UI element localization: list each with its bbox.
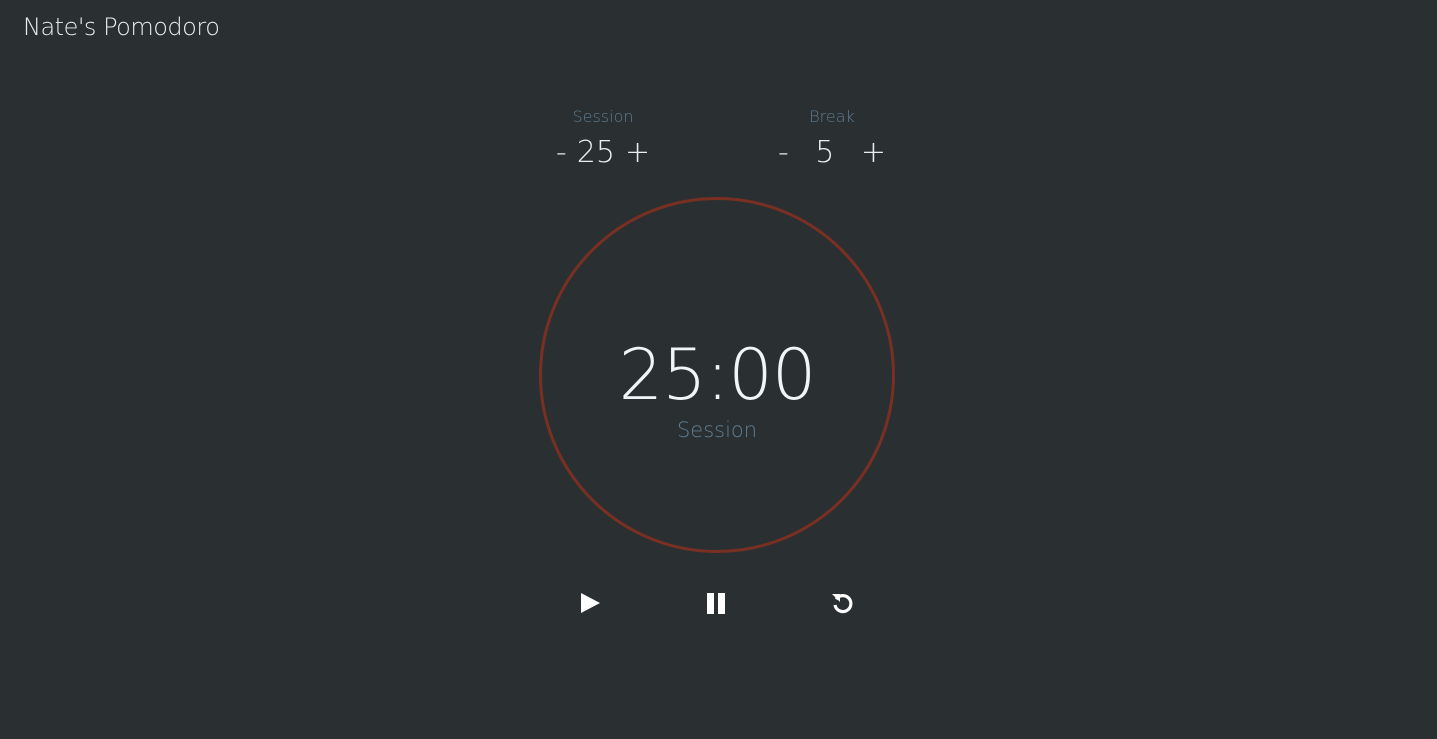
reset-icon xyxy=(832,594,853,614)
break-setting: Break - 5 + xyxy=(762,105,902,173)
timer-ring: 25:00 Session xyxy=(539,197,895,553)
play-icon xyxy=(581,593,600,613)
session-label: Session xyxy=(572,107,634,126)
break-increment-button[interactable]: + xyxy=(855,133,892,173)
session-length-value: 25 xyxy=(576,135,615,170)
timer-mode-label: Session xyxy=(676,418,758,442)
timer-controls xyxy=(0,588,1437,618)
timer-display: 25:00 xyxy=(618,334,817,416)
break-length-value: 5 xyxy=(815,135,835,170)
pause-icon xyxy=(707,593,725,614)
session-setting: Session - 25 + xyxy=(533,105,673,173)
app-title: Nate's Pomodoro xyxy=(23,13,220,41)
pomodoro-app: Nate's Pomodoro Session - 25 + Break - 5… xyxy=(0,0,1437,739)
reset-button[interactable] xyxy=(827,588,857,618)
session-increment-button[interactable]: + xyxy=(619,133,656,173)
session-decrement-button[interactable]: - xyxy=(550,133,573,173)
play-button[interactable] xyxy=(575,588,605,618)
session-controls: - 25 + xyxy=(533,133,673,173)
break-label: Break xyxy=(809,107,855,126)
break-decrement-button[interactable]: - xyxy=(772,133,795,173)
break-controls: - 5 + xyxy=(762,133,902,173)
pause-button[interactable] xyxy=(701,588,731,618)
